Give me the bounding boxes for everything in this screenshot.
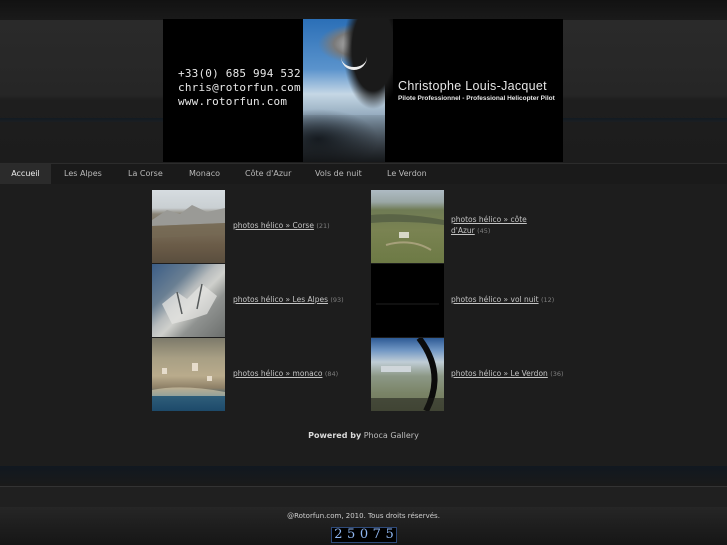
counter-digit: 2 [334,527,343,542]
pilot-photo [303,19,393,162]
helmet-shape [333,19,393,119]
category-count-les-alpes: (93) [330,296,344,304]
nav-item-les-alpes[interactable]: Les Alpes [64,164,102,184]
counter-digit: 0 [359,527,369,542]
footer-divider-band [0,466,727,486]
visitor-counter: 2 5 0 7 5 [331,527,397,543]
thumbnail-vol-nuit[interactable] [371,264,444,337]
category-link-les-alpes[interactable]: photos hélico » Les Alpes [233,295,328,304]
category-count-cote-dazur: (45) [477,227,491,235]
category-link-le-verdon[interactable]: photos hélico » Le Verdon [451,369,548,378]
category-link-vol-nuit[interactable]: photos hélico » vol nuit [451,295,539,304]
powered-by-label: Powered by [308,431,362,440]
category-count-corse: (21) [316,222,330,230]
category-corse: photos hélico » Corse (21) [233,220,353,232]
category-le-verdon: photos hélico » Le Verdon (36) [451,368,591,380]
pilot-name: Christophe Louis-Jacquet [398,79,547,93]
website-address: www.rotorfun.com [178,95,288,108]
footer-bar [0,486,727,508]
nav-item-accueil[interactable]: Accueil [0,164,51,184]
category-monaco: photos hélico » monaco (84) [233,368,363,380]
copyright-text: @Rotorfun.com, 2010. Tous droits réservé… [287,512,440,520]
main-nav: Accueil Les Alpes La Corse Monaco Côte d… [0,163,727,184]
email-address: chris@rotorfun.com [178,81,301,94]
category-les-alpes: photos hélico » Les Alpes (93) [233,294,363,306]
category-count-vol-nuit: (12) [540,296,555,304]
category-cote-dazur: photos hélico » côte d'Azur (45) [451,214,551,237]
category-count-monaco: (84) [324,370,339,378]
thumbnail-monaco[interactable] [152,338,225,411]
counter-digit: 5 [347,527,356,542]
pilot-name-block: Christophe Louis-Jacquet Pilote Professi… [398,79,558,102]
category-link-corse[interactable]: photos hélico » Corse [233,221,314,230]
thumbnail-le-verdon[interactable] [371,338,444,411]
cockpit-panel-shape [303,115,385,162]
thumbnail-les-alpes[interactable] [152,264,225,337]
nav-item-vols-de-nuit[interactable]: Vols de nuit [315,164,362,184]
nav-item-cote-dazur[interactable]: Côte d'Azur [245,164,291,184]
pilot-subtitle: Pilote Professionnel - Professional Heli… [398,95,555,102]
nav-item-monaco[interactable]: Monaco [189,164,220,184]
contact-block: +33(0) 685 994 532 chris@rotorfun.com ww… [178,67,308,109]
category-link-monaco[interactable]: photos hélico » monaco [233,369,322,378]
header-banner: +33(0) 685 994 532 chris@rotorfun.com ww… [163,19,563,162]
category-count-le-verdon: (36) [550,370,564,378]
counter-digit: 7 [372,527,381,542]
category-vol-nuit: photos hélico » vol nuit (12) [451,294,581,306]
thumbnail-corse[interactable] [152,190,225,263]
nav-item-le-verdon[interactable]: Le Verdon [387,164,427,184]
thumbnail-cote-dazur[interactable] [371,190,444,263]
phone-number: +33(0) 685 994 532 [178,67,301,80]
nav-item-la-corse[interactable]: La Corse [128,164,163,184]
phoca-gallery-link[interactable]: Phoca Gallery [364,431,419,440]
powered-by: Powered by Phoca Gallery [0,431,727,440]
counter-digit: 5 [385,527,394,542]
